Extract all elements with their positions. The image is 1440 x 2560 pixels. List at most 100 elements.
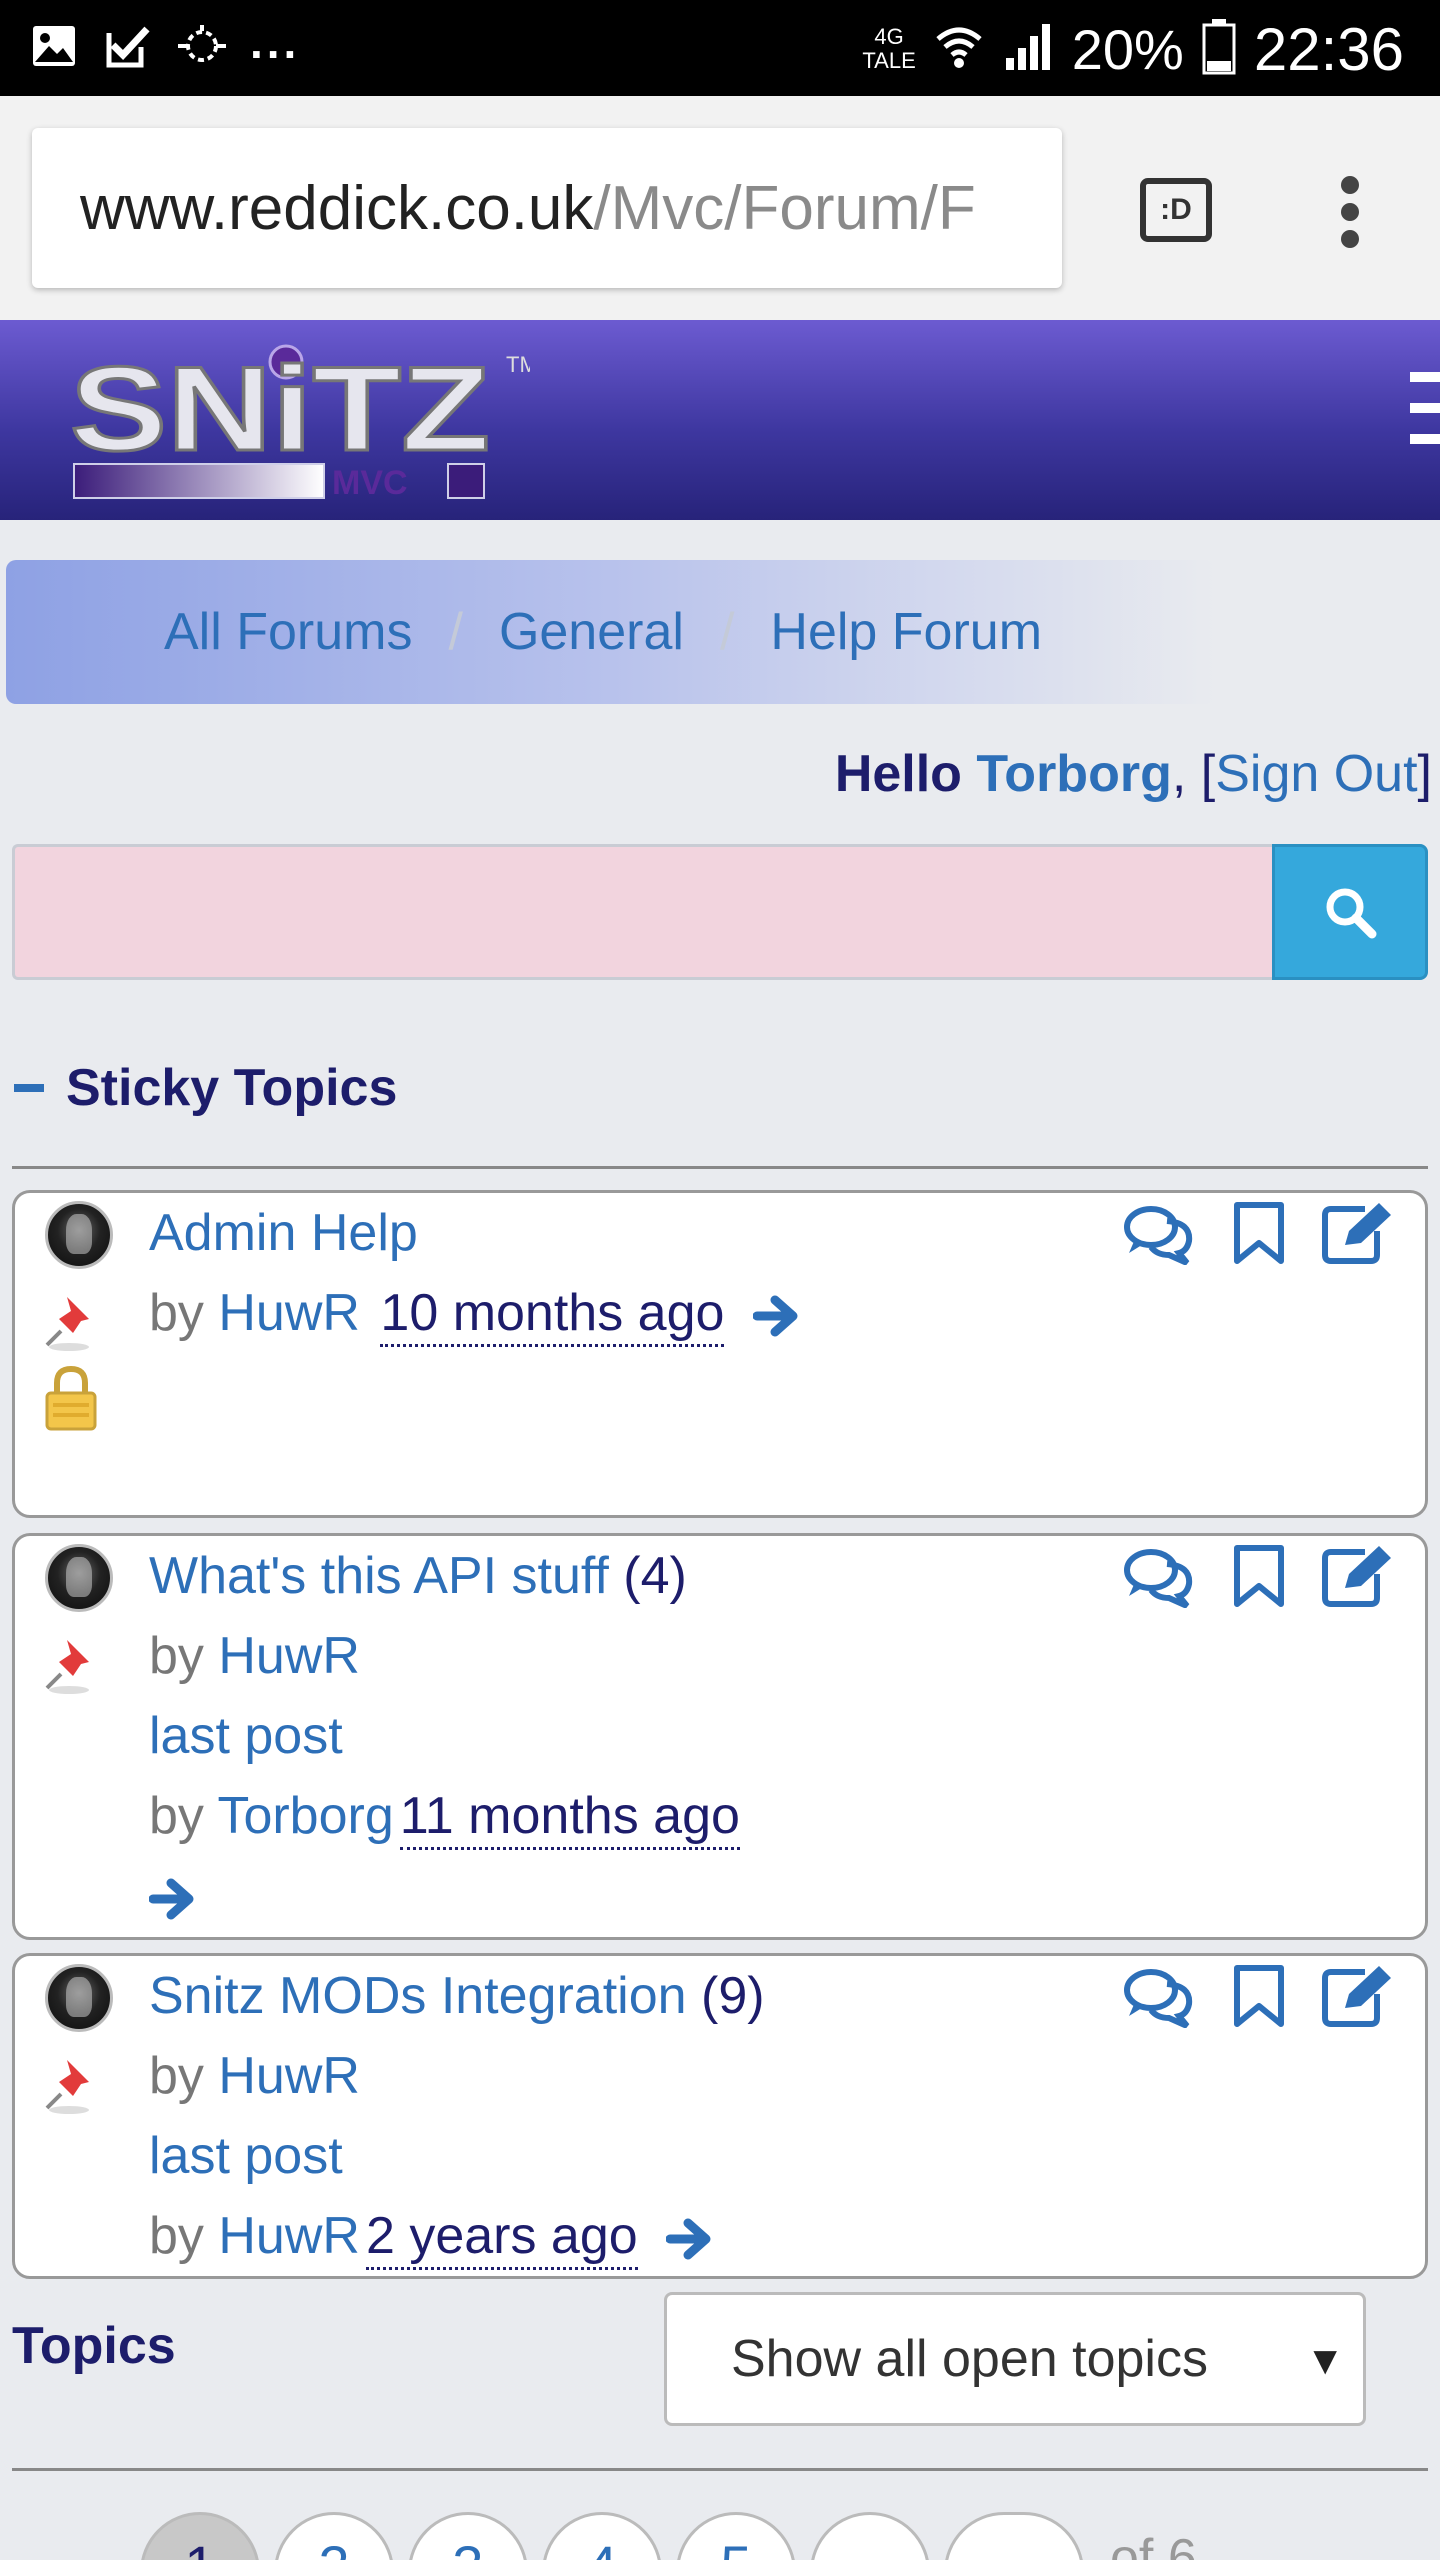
breadcrumb-separator: / [448, 603, 463, 661]
tab-switcher-button[interactable]: :D [1140, 178, 1212, 242]
search-icon [1326, 888, 1377, 939]
divider [12, 1166, 1428, 1169]
user-greeting: Hello Torborg, [Sign Out] [835, 744, 1432, 804]
avatar[interactable] [45, 1544, 113, 1612]
tab-switcher-label: :D [1160, 193, 1192, 226]
menu-dot-icon [1341, 176, 1359, 194]
search-input[interactable] [12, 844, 1274, 980]
greeting-username[interactable]: Torborg [976, 745, 1171, 803]
replies-icon[interactable] [1121, 1201, 1197, 1265]
greeting-comma: , [1171, 745, 1187, 803]
last-post-time: 11 months ago [399, 1787, 740, 1850]
breadcrumb-help-forum[interactable]: Help Forum [770, 602, 1042, 662]
go-to-last-post-arrow-icon[interactable] [666, 2217, 716, 2261]
battery-icon [1202, 18, 1236, 80]
reply-count: (4) [623, 1547, 687, 1605]
topic-time: 10 months ago [380, 1284, 725, 1347]
bookmark-icon[interactable] [1231, 1201, 1287, 1265]
menu-dot-icon [1341, 230, 1359, 248]
signout-bracket-open: [ [1200, 745, 1216, 803]
tasks-notification-icon [102, 20, 154, 72]
breadcrumb-separator: / [719, 603, 735, 661]
network-label: 4G [874, 24, 904, 49]
gallery-notification-icon [28, 20, 80, 72]
signal-icon [1002, 22, 1054, 77]
hamburger-menu-icon[interactable] [1410, 372, 1440, 444]
address-bar[interactable]: www.reddick.co.uk/Mvc/Forum/F [32, 128, 1062, 288]
avatar[interactable] [45, 1964, 113, 2032]
lock-icon [45, 1365, 97, 1431]
clock: 22:36 [1253, 15, 1404, 83]
battery-percent: 20% [1071, 17, 1184, 81]
browser-toolbar: www.reddick.co.uk/Mvc/Forum/F :D [0, 96, 1440, 320]
last-post-author-link[interactable]: HuwR [218, 2207, 360, 2265]
page-button-5[interactable]: 5 [676, 2512, 796, 2560]
wifi-icon [934, 23, 984, 76]
edit-icon[interactable] [1321, 1964, 1397, 2028]
greeting-hello: Hello [834, 745, 962, 803]
last-post-author-link[interactable]: Torborg [217, 1787, 393, 1845]
browser-menu-button[interactable] [1330, 176, 1370, 248]
signout-bracket-close: ] [1417, 745, 1432, 803]
pin-icon [45, 1640, 89, 1694]
last-post-time: 2 years ago [365, 2207, 638, 2270]
last-post-label[interactable]: last post [149, 1707, 343, 1765]
topic-card-api-stuff: What's this API stuff (4) by HuwR last p… [12, 1533, 1428, 1940]
topics-heading: Topics [12, 2317, 176, 2375]
bookmark-icon[interactable] [1231, 1964, 1287, 2028]
url-path: /Mvc/Forum/F [593, 173, 976, 243]
last-post-label[interactable]: last post [149, 2127, 343, 2185]
edit-icon[interactable] [1321, 1544, 1397, 1608]
by-label: by [149, 1627, 204, 1685]
replies-icon[interactable] [1121, 1964, 1197, 2028]
site-header: SNiTZ TM MVC [0, 320, 1440, 520]
snitz-logo[interactable]: SNiTZ TM MVC [70, 338, 530, 508]
sticky-topics-title: Sticky Topics [66, 1059, 398, 1117]
network-type: 4G TALE [862, 25, 915, 73]
breadcrumb-all-forums[interactable]: All Forums [164, 602, 412, 662]
page-button-ellipsis[interactable]: ... [810, 2512, 930, 2560]
collapse-minus-icon[interactable] [14, 1084, 44, 1092]
topic-author-link[interactable]: HuwR [218, 1284, 360, 1342]
topic-filter-select[interactable]: Show all open topics ▼ [664, 2292, 1366, 2426]
go-to-last-post-arrow-icon[interactable] [752, 1294, 803, 1338]
logo-subtitle: MVC [332, 464, 408, 502]
replies-icon[interactable] [1121, 1544, 1197, 1608]
go-to-last-post-arrow-icon[interactable] [149, 1877, 199, 1921]
search-button[interactable] [1272, 844, 1428, 980]
menu-dot-icon [1341, 203, 1359, 221]
topic-title-link[interactable]: Snitz MODs Integration [149, 1967, 687, 2025]
pagination: 1 2 3 4 5 ... of 6 [0, 2508, 1440, 2560]
sync-notification-icon [176, 20, 228, 72]
bookmark-icon[interactable] [1231, 1544, 1287, 1608]
page-button-next[interactable] [944, 2512, 1084, 2560]
divider [12, 2468, 1428, 2471]
pin-icon [45, 1297, 89, 1351]
by-label: by [149, 1284, 204, 1342]
edit-icon[interactable] [1321, 1201, 1397, 1265]
page-button-1[interactable]: 1 [140, 2512, 260, 2560]
sticky-topics-header[interactable]: Sticky Topics [14, 1058, 397, 1118]
sign-out-link[interactable]: Sign Out [1215, 745, 1417, 803]
by-label: by [149, 2207, 204, 2265]
network-sublabel: TALE [862, 48, 916, 73]
topic-author-link[interactable]: HuwR [218, 2047, 360, 2105]
topic-filter-value: Show all open topics [731, 2330, 1208, 2388]
page-button-3[interactable]: 3 [408, 2512, 528, 2560]
topic-author-link[interactable]: HuwR [218, 1627, 360, 1685]
topic-title-link[interactable]: What's this API stuff [149, 1547, 609, 1605]
dropdown-caret-icon: ▼ [1305, 2339, 1345, 2383]
page-count-label: of 6 [1110, 2529, 1197, 2560]
avatar[interactable] [45, 1201, 113, 1269]
reply-count: (9) [701, 1967, 765, 2025]
status-bar: ... 4G TALE 20% 22:36 [0, 0, 1440, 96]
breadcrumb-general[interactable]: General [499, 602, 684, 662]
by-label: by [149, 1787, 204, 1845]
logo-wordmark: SNiTZ [70, 342, 490, 476]
page-button-2[interactable]: 2 [274, 2512, 394, 2560]
url-host: www.reddick.co.uk [80, 173, 594, 243]
topic-title-link[interactable]: Admin Help [149, 1204, 418, 1262]
page-button-4[interactable]: 4 [542, 2512, 662, 2560]
breadcrumb: All Forums / General / Help Forum [6, 560, 1216, 704]
topic-card-mods-integration: Snitz MODs Integration (9) by HuwR last … [12, 1953, 1428, 2279]
